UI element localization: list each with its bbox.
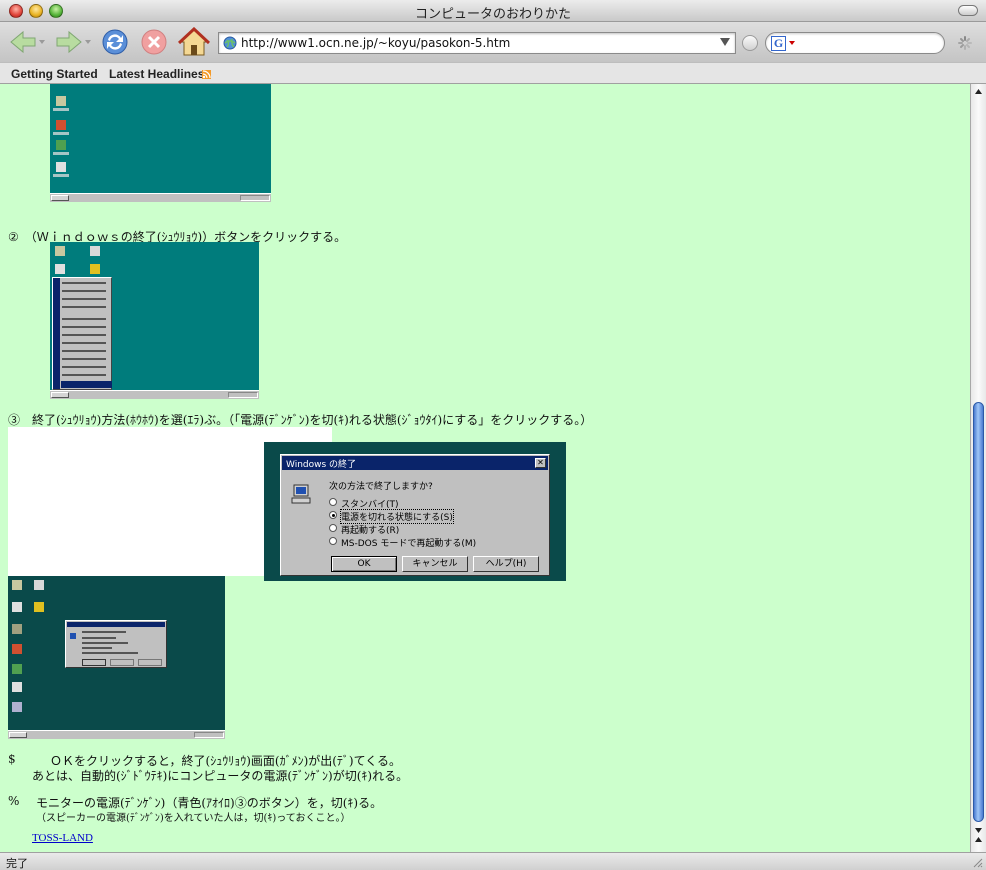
desktop-icon [12,682,22,692]
screenshot-desktop-with-dialog [8,576,225,739]
shutdown-dialog: Windows の終了 ✕ 次の方法で終了しますか? スタンバイ(T) 電源を切… [280,454,550,576]
step5-line2: （スピーカーの電源(ﾃﾞﾝｹﾞﾝ)を入れていた人は，切(ｷ)っておくこと。） [36,813,351,824]
search-box[interactable]: G [765,32,945,54]
screenshot-start-menu [50,242,259,399]
scrollbar-thumb[interactable] [973,402,984,822]
rss-feed-icon [202,70,211,79]
scroll-down-arrows-icon[interactable] [971,822,986,852]
google-search-engine-icon[interactable]: G [771,36,786,51]
desktop-icon-label [53,132,69,135]
step3-instruction: ③ 終了(ｼｭｳﾘｮｳ)方法(ﾎｳﾎｳ)を選(ｴﾗ)ぶ。（「電源(ﾃﾞﾝｹﾞﾝ)… [8,413,593,427]
navigation-toolbar: http://www1.ocn.ne.jp/~koyu/pasokon-5.ht… [0,22,986,62]
option-label: MS-DOS モードで再起動する(M) [341,539,477,549]
status-text: 完了 [6,857,28,870]
taskbar [50,193,271,202]
forward-button[interactable] [53,27,93,57]
desktop-icon [12,664,22,674]
screenshot-shutdown-dialog: Windows の終了 ✕ 次の方法で終了しますか? スタンバイ(T) 電源を切… [264,442,566,581]
computer-icon [291,484,311,504]
dialog-titlebar: Windows の終了 ✕ [282,456,548,470]
dialog-cancel-button: キャンセル [402,556,468,572]
desktop-icon-label [53,174,69,177]
desktop-icon [55,264,65,274]
toss-land-link[interactable]: TOSS-LAND [32,832,93,844]
loading-throbber-icon [958,36,972,50]
vertical-scrollbar[interactable] [970,84,986,852]
dialog-ok-button: OK [331,556,397,572]
radio-standby [329,498,337,506]
stop-icon [141,29,167,55]
step4-marker: $ [8,752,16,766]
desktop-icon [90,246,100,256]
desktop-icon [12,580,22,590]
desktop-icon [12,602,22,612]
home-button[interactable] [177,27,211,57]
address-text: http://www1.ocn.ne.jp/~koyu/pasokon-5.ht… [241,36,511,50]
screenshot-windows-desktop [50,84,271,202]
status-bar: 完了 [0,852,986,870]
bookmark-getting-started[interactable]: Getting Started [11,67,98,81]
forward-arrow-icon [56,30,91,54]
dialog-title: Windows の終了 [286,460,357,470]
option-label: スタンバイ(T) [341,500,399,510]
step4-line2: あとは、自動的(ｼﾞﾄﾞｳﾃｷ)にコンピュータの電源(ﾃﾞﾝｹﾞﾝ)が切(ｷ)れ… [32,769,409,783]
scroll-up-arrow-icon[interactable] [971,84,986,99]
toolbar-toggle-button[interactable] [958,5,978,16]
taskbar [50,390,259,399]
window-titlebar: コンピュータのおわりかた [0,0,986,22]
search-engine-dropdown-icon[interactable] [789,41,795,45]
dialog-question: 次の方法で終了しますか? [329,482,433,492]
go-button[interactable] [742,35,758,51]
desktop-icon [12,702,22,712]
step5-marker: % [8,794,20,808]
desktop-icon [56,140,66,150]
taskbar [8,730,225,739]
back-arrow-icon [10,30,45,54]
desktop-icon [34,602,44,612]
reload-icon [102,29,128,55]
radio-restart [329,524,337,532]
desktop-icon [34,580,44,590]
reload-button[interactable] [99,27,131,57]
desktop-icon-label [53,152,69,155]
radio-shutdown [329,511,337,519]
window-title: コンピュータのおわりかた [414,7,571,22]
resize-grip-icon[interactable] [971,856,983,868]
desktop-icon [12,644,22,654]
home-icon [178,27,210,56]
option-label: 電源を切れる状態にする(S) [340,509,454,524]
dialog-help-button: ヘルプ(H) [473,556,539,572]
desktop-icon [56,162,66,172]
mini-shutdown-dialog [65,620,167,668]
bookmarks-toolbar: Getting Started Latest Headlines [0,62,986,84]
desktop-icon [90,264,100,274]
desktop-icon [56,120,66,130]
desktop-icon [56,96,66,106]
bookmark-latest-headlines[interactable]: Latest Headlines [109,67,204,81]
stop-button[interactable] [139,27,169,57]
option-label: 再起動する(R) [341,526,400,536]
start-menu-panel [52,277,112,390]
page-content[interactable]: ② （Ｗｉｎｄｏｗｓの終了(ｼｭｳﾘｮｳ)）ボタンをクリックする。 ③ 終了(ｼ… [0,84,970,852]
globe-icon [223,36,237,50]
dialog-close-icon: ✕ [535,458,546,468]
desktop-icon [55,246,65,256]
url-history-dropdown-icon[interactable] [720,38,730,46]
radio-msdos [329,537,337,545]
back-button[interactable] [7,27,47,57]
address-bar[interactable]: http://www1.ocn.ne.jp/~koyu/pasokon-5.ht… [218,32,736,54]
desktop-icon [12,624,22,634]
desktop-icon-label [53,108,69,111]
